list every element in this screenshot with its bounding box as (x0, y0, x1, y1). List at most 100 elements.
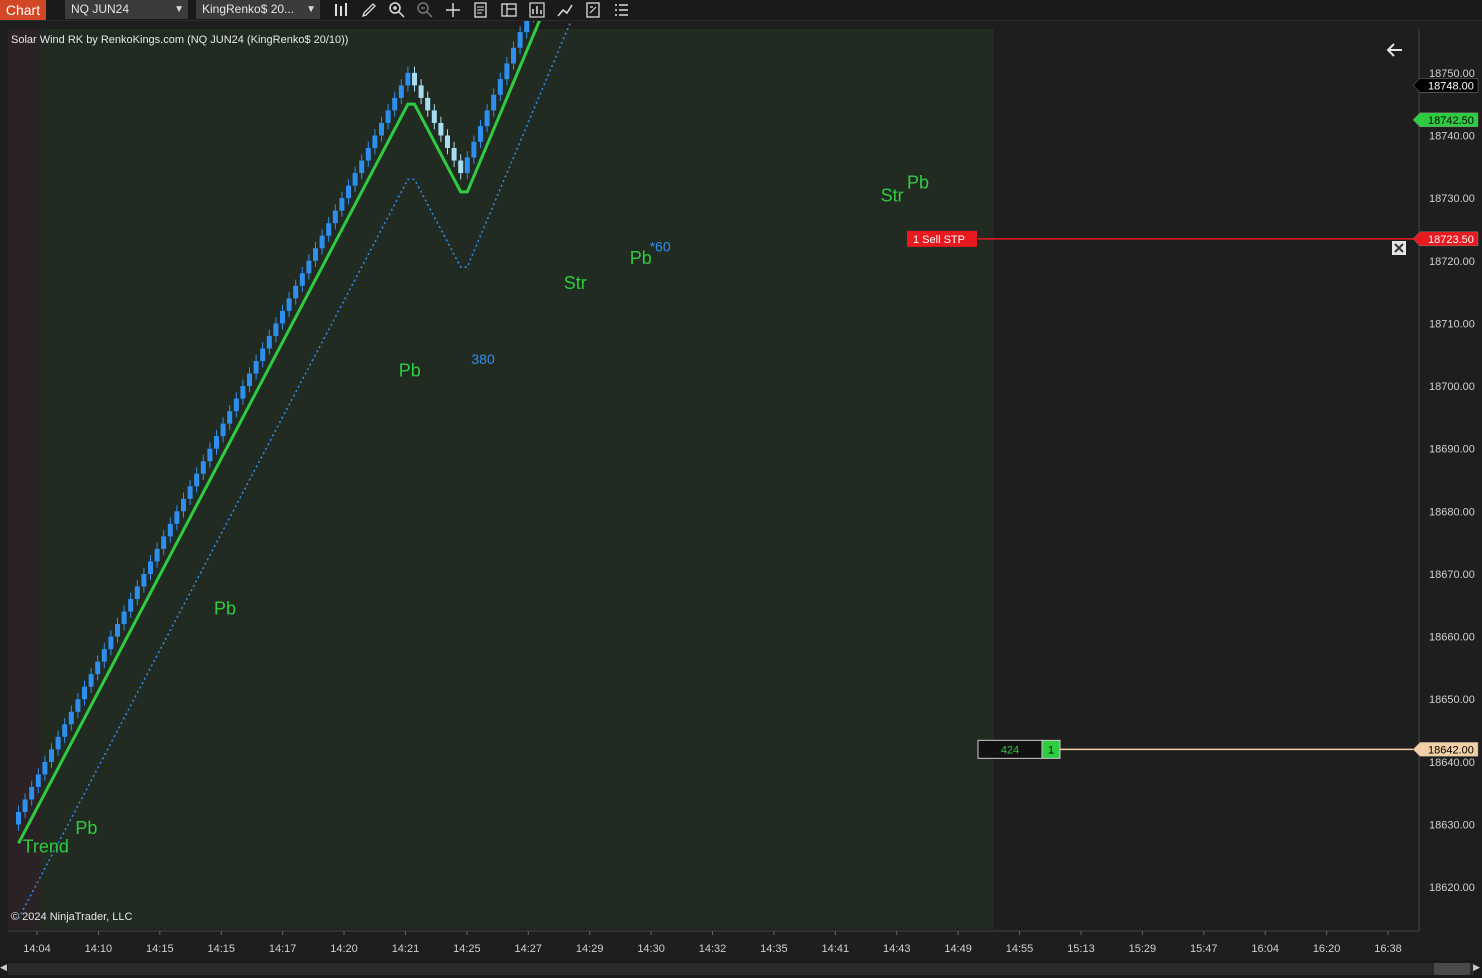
price-bar (491, 94, 497, 111)
price-bar (141, 573, 147, 587)
price-bar (458, 160, 464, 174)
price-bar (471, 141, 477, 158)
scroll-left-arrow-icon[interactable]: ◀ (0, 962, 7, 973)
y-tick-label: 18730.00 (1429, 193, 1475, 205)
y-tick-label: 18670.00 (1429, 569, 1475, 581)
price-bar (187, 486, 193, 499)
x-tick-label: 16:38 (1374, 943, 1402, 955)
price-bar (35, 774, 41, 787)
price-bar (161, 536, 167, 549)
price-bar (425, 97, 431, 111)
draw-tool-icon[interactable] (360, 1, 378, 19)
price-bar (359, 160, 365, 174)
price-bar (42, 761, 48, 775)
x-tick-label: 14:55 (1006, 943, 1034, 955)
x-tick-label: 14:49 (944, 943, 972, 955)
templates-icon[interactable] (500, 1, 518, 19)
price-bar (438, 122, 444, 136)
price-bar (352, 173, 358, 186)
price-bar (227, 411, 233, 424)
price-bar (214, 436, 219, 449)
price-bar (247, 373, 252, 387)
signal-label: Pb (75, 818, 97, 838)
scrollbar-thumb[interactable] (1434, 963, 1470, 975)
y-tick-label: 18750.00 (1429, 68, 1475, 80)
price-bar (22, 799, 28, 812)
session-zone-left (8, 29, 41, 929)
price-bar (332, 210, 338, 224)
price-bar (405, 72, 411, 86)
price-bar (88, 674, 94, 687)
x-tick-label: 14:21 (392, 943, 420, 955)
zoom-out-icon[interactable] (416, 1, 434, 19)
price-bar (121, 611, 127, 625)
horizontal-scrollbar[interactable] (8, 963, 1474, 975)
y-tick-label: 18630.00 (1429, 820, 1475, 832)
zoom-in-icon[interactable] (388, 1, 406, 19)
price-bar (207, 448, 213, 462)
signal-label: Str (881, 185, 904, 205)
price-bar (484, 110, 490, 127)
price-bar (392, 97, 398, 111)
bar-type-select[interactable]: KingRenko$ 20... ▼ (196, 0, 320, 19)
menu-icon[interactable] (612, 1, 630, 19)
y-tick-label: 18700.00 (1429, 381, 1475, 393)
x-tick-label: 16:20 (1313, 943, 1341, 955)
chevron-down-icon: ▼ (174, 4, 184, 15)
data-box-icon[interactable] (472, 1, 490, 19)
price-bar (174, 511, 180, 524)
chart-canvas[interactable]: Solar Wind RK by RenkoKings.com (NQ JUN2… (0, 21, 1482, 959)
price-bar (62, 724, 68, 737)
signal-label: Pb (630, 248, 652, 268)
copyright-label: © 2024 NinjaTrader, LLC (11, 911, 132, 923)
x-tick-label: 14:27 (515, 943, 543, 955)
x-tick-label: 15:47 (1190, 943, 1218, 955)
price-bar (478, 126, 483, 142)
price-bar (379, 122, 384, 136)
signal-label: Pb (214, 599, 236, 619)
bar-style-icon[interactable] (332, 1, 350, 19)
price-bar (68, 711, 74, 725)
price-bar (95, 661, 101, 675)
price-marker-label: 18742.50 (1428, 115, 1474, 127)
price-bar (504, 63, 510, 80)
instrument-select[interactable]: NQ JUN24 ▼ (65, 0, 188, 19)
position-qty-label: 1 (1048, 744, 1054, 756)
signal-label: Str (564, 273, 587, 293)
position-pnl-label: 424 (1001, 744, 1019, 756)
price-bar (365, 148, 371, 161)
properties-icon[interactable] (584, 1, 602, 19)
x-tick-label: 14:29 (576, 943, 604, 955)
price-bar (181, 498, 186, 512)
crosshair-icon[interactable] (444, 1, 462, 19)
y-tick-label: 18720.00 (1429, 256, 1475, 268)
price-bar (497, 79, 503, 95)
price-bar (511, 47, 516, 64)
annotation-label: *60 (650, 238, 671, 254)
x-tick-label: 14:30 (637, 943, 665, 955)
price-bar (49, 749, 54, 762)
price-bar (194, 473, 200, 487)
price-bar (260, 348, 266, 361)
price-bar (451, 148, 457, 161)
price-bar (134, 586, 140, 600)
scroll-right-arrow-icon[interactable]: ▶ (1473, 962, 1480, 973)
indicators-icon[interactable] (528, 1, 546, 19)
price-bar (286, 298, 292, 311)
price-bar (313, 248, 318, 261)
x-tick-label: 14:32 (699, 943, 727, 955)
y-tick-label: 18650.00 (1429, 694, 1475, 706)
price-bar (253, 360, 259, 374)
y-tick-label: 18680.00 (1429, 506, 1475, 518)
x-tick-label: 14:15 (207, 943, 235, 955)
chart-tab[interactable]: Chart (0, 0, 46, 20)
price-bar (299, 273, 305, 286)
x-tick-label: 14:20 (330, 943, 358, 955)
annotation-label: 380 (471, 351, 495, 367)
price-bar (266, 335, 272, 349)
close-icon[interactable] (1392, 241, 1406, 255)
chart-toolbar: Chart NQ JUN24 ▼ KingRenko$ 20... ▼ (0, 0, 1482, 21)
price-bar (346, 185, 351, 199)
strategies-icon[interactable] (556, 1, 574, 19)
price-bar (115, 624, 120, 637)
